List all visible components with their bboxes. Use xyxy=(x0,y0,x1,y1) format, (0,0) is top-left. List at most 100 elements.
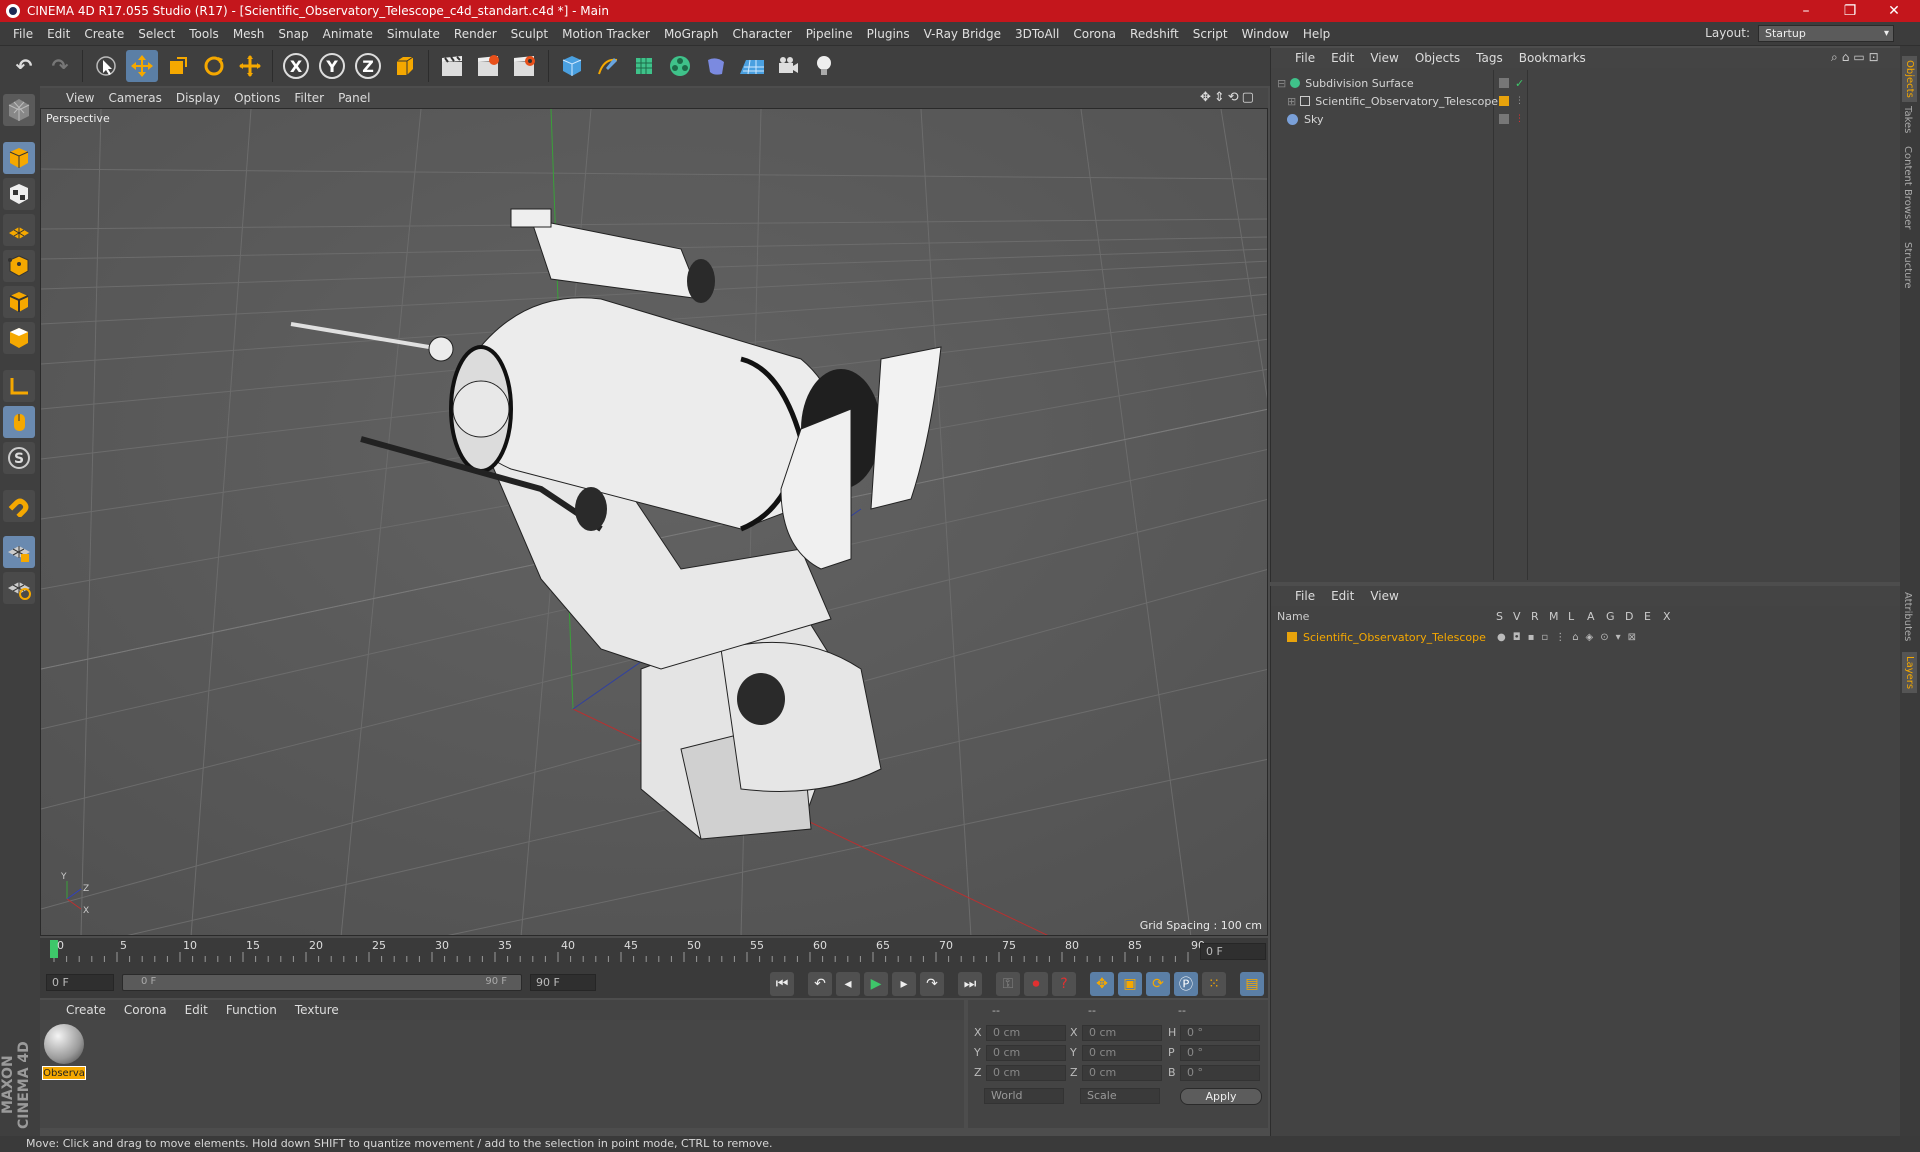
close-button[interactable]: ✕ xyxy=(1872,0,1916,22)
rotation-b-field[interactable]: 0 ° xyxy=(1180,1065,1260,1081)
maximize-button[interactable]: ❐ xyxy=(1828,0,1872,22)
object-menu-file[interactable]: File xyxy=(1295,51,1315,65)
workplane-mode-button[interactable] xyxy=(3,214,35,246)
pen-spline-button[interactable] xyxy=(592,50,624,82)
rotate-button[interactable] xyxy=(198,50,230,82)
apply-button[interactable]: Apply xyxy=(1180,1088,1262,1105)
viewport-menu-options[interactable]: Options xyxy=(234,91,290,105)
scale-mode-select[interactable]: Scale xyxy=(1080,1088,1160,1104)
material-menu-edit[interactable]: Edit xyxy=(185,1003,208,1017)
z-axis-lock-button[interactable]: Z xyxy=(352,50,384,82)
viewport-nav-icons[interactable]: ✥⇕⟲▢ xyxy=(1200,90,1257,105)
redo-button[interactable]: ↷ xyxy=(44,50,76,82)
undo-button[interactable]: ↶ xyxy=(8,50,40,82)
coordinate-mode-select[interactable]: World xyxy=(984,1088,1064,1104)
camera-button[interactable] xyxy=(772,50,804,82)
layer-menu-edit[interactable]: Edit xyxy=(1331,589,1354,603)
layer-color-swatch[interactable] xyxy=(1499,96,1509,106)
viewport-menu-view[interactable]: View xyxy=(66,91,104,105)
recent-tool-button[interactable] xyxy=(234,50,266,82)
menu-mograph[interactable]: MoGraph xyxy=(657,27,726,41)
previous-frame-button[interactable]: ◂ xyxy=(836,972,860,996)
keyframe-selection-button[interactable]: ⚿ xyxy=(996,972,1020,996)
material-menu-create[interactable]: Create xyxy=(66,1003,106,1017)
viewport-menu-filter[interactable]: Filter xyxy=(294,91,334,105)
end-frame-field[interactable]: 90 F xyxy=(530,974,596,991)
size-x-field[interactable]: 0 cm xyxy=(1082,1025,1162,1041)
layer-menu-file[interactable]: File xyxy=(1295,589,1315,603)
menu-motion-tracker[interactable]: Motion Tracker xyxy=(555,27,657,41)
start-frame-field[interactable]: 0 F xyxy=(46,974,114,991)
enabled-check-icon[interactable]: ✓ xyxy=(1515,77,1524,90)
key-pla-button[interactable]: ⁙ xyxy=(1202,972,1226,996)
render-view-button[interactable] xyxy=(436,50,468,82)
magnet-button[interactable] xyxy=(3,490,35,522)
rotation-h-field[interactable]: 0 ° xyxy=(1180,1025,1260,1041)
tab-layers[interactable]: Layers xyxy=(1902,652,1917,694)
object-menu-view[interactable]: View xyxy=(1370,51,1398,65)
timeline-ruler[interactable]: 0 5 10 15 20 25 30 35 40 45 50 55 60 65 70 75 80 85 90 0 F xyxy=(40,938,1268,966)
menu-3dtoall[interactable]: 3DToAll xyxy=(1008,27,1066,41)
material-menu-function[interactable]: Function xyxy=(226,1003,277,1017)
deformer-button[interactable] xyxy=(700,50,732,82)
layer-menu-view[interactable]: View xyxy=(1370,589,1398,603)
tab-attributes[interactable]: Attributes xyxy=(1902,592,1913,641)
menu-corona[interactable]: Corona xyxy=(1066,27,1123,41)
object-row[interactable]: Sky ⋮ xyxy=(1273,110,1897,128)
polygons-mode-button[interactable] xyxy=(3,322,35,354)
menu-file[interactable]: File xyxy=(6,27,40,41)
edges-mode-button[interactable] xyxy=(3,286,35,318)
render-picture-viewer-button[interactable] xyxy=(472,50,504,82)
workplane-lock-button[interactable] xyxy=(3,536,35,568)
layer-color-swatch[interactable] xyxy=(1287,632,1297,642)
key-rotation-button[interactable]: ⟳ xyxy=(1146,972,1170,996)
menu-script[interactable]: Script xyxy=(1186,27,1235,41)
go-to-start-button[interactable]: ⏮ xyxy=(770,972,794,996)
menu-render[interactable]: Render xyxy=(447,27,504,41)
x-axis-lock-button[interactable]: X xyxy=(280,50,312,82)
key-parameter-button[interactable]: Ⓟ xyxy=(1174,972,1198,996)
current-frame-field[interactable]: 0 F xyxy=(1200,943,1266,960)
object-menu-edit[interactable]: Edit xyxy=(1331,51,1354,65)
workplane-snap-button[interactable] xyxy=(3,572,35,604)
menu-simulate[interactable]: Simulate xyxy=(380,27,447,41)
next-key-button[interactable]: ↷ xyxy=(920,972,944,996)
axis-mode-button[interactable] xyxy=(3,370,35,402)
go-to-end-button[interactable]: ⏭ xyxy=(958,972,982,996)
object-menu-tags[interactable]: Tags xyxy=(1476,51,1503,65)
texture-mode-button[interactable] xyxy=(3,178,35,210)
material-swatch[interactable]: Observa xyxy=(42,1024,86,1082)
menu-plugins[interactable]: Plugins xyxy=(860,27,917,41)
subdivision-surface-button[interactable] xyxy=(628,50,660,82)
coordinate-system-button[interactable] xyxy=(388,50,420,82)
position-z-field[interactable]: 0 cm xyxy=(986,1065,1066,1081)
key-scale-button[interactable]: ▣ xyxy=(1118,972,1142,996)
viewport-menu-panel[interactable]: Panel xyxy=(338,91,380,105)
menu-window[interactable]: Window xyxy=(1235,27,1296,41)
menu-vray-bridge[interactable]: V-Ray Bridge xyxy=(917,27,1008,41)
rotation-p-field[interactable]: 0 ° xyxy=(1180,1045,1260,1061)
menu-edit[interactable]: Edit xyxy=(40,27,77,41)
layer-row[interactable]: Scientific_Observatory_Telescope ●◘▪▫⋮⌂◈… xyxy=(1273,628,1897,646)
material-menu-texture[interactable]: Texture xyxy=(295,1003,339,1017)
size-z-field[interactable]: 0 cm xyxy=(1082,1065,1162,1081)
tab-structure[interactable]: Structure xyxy=(1902,242,1913,289)
record-button[interactable]: ⏺ xyxy=(1024,972,1048,996)
tab-objects[interactable]: Objects xyxy=(1902,56,1917,102)
object-menu-bookmarks[interactable]: Bookmarks xyxy=(1519,51,1586,65)
menu-character[interactable]: Character xyxy=(725,27,798,41)
snap-button[interactable]: S xyxy=(3,442,35,474)
render-settings-button[interactable] xyxy=(508,50,540,82)
menu-snap[interactable]: Snap xyxy=(271,27,315,41)
make-editable-button[interactable] xyxy=(3,94,35,126)
timeline-window-button[interactable]: ▤ xyxy=(1240,972,1264,996)
layout-select[interactable]: Startup xyxy=(1758,25,1894,42)
menu-tools[interactable]: Tools xyxy=(182,27,226,41)
frame-range-slider[interactable]: 0 F 90 F xyxy=(122,974,522,991)
perspective-viewport[interactable]: Y Z X Perspective Grid Spacing : 100 cm xyxy=(40,108,1268,936)
menu-redshift[interactable]: Redshift xyxy=(1123,27,1186,41)
position-y-field[interactable]: 0 cm xyxy=(986,1045,1066,1061)
object-manager-nav-icons[interactable]: ⌕⌂▭⊡ xyxy=(1831,50,1883,65)
menu-help[interactable]: Help xyxy=(1296,27,1337,41)
model-mode-button[interactable] xyxy=(3,142,35,174)
